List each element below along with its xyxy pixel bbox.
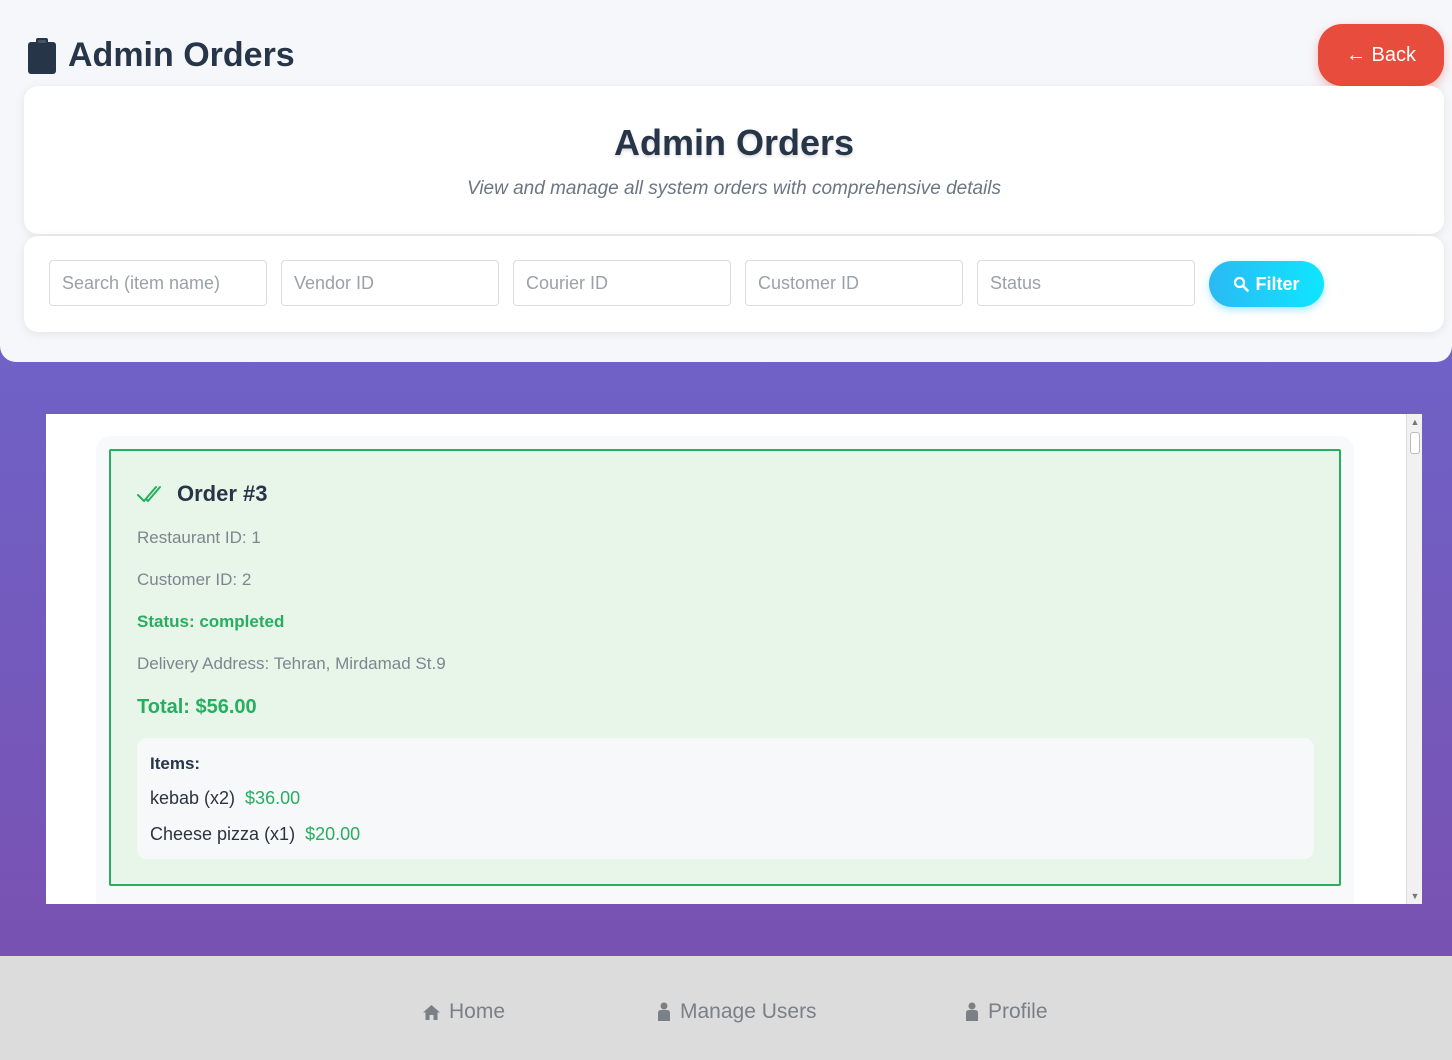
filter-bar: Filter bbox=[24, 236, 1444, 332]
item-name: kebab (x2) bbox=[150, 788, 236, 808]
scroll-up-arrow-icon[interactable]: ▲ bbox=[1407, 414, 1423, 430]
vendor-id-input[interactable] bbox=[281, 260, 499, 306]
scroll-thumb[interactable] bbox=[1410, 432, 1420, 454]
orders-list: Order #3 Restaurant ID: 1 Customer ID: 2… bbox=[96, 436, 1354, 904]
search-input[interactable] bbox=[49, 260, 267, 306]
customer-id-input[interactable] bbox=[745, 260, 963, 306]
user-icon bbox=[658, 1002, 670, 1021]
nav-item-profile[interactable]: Profile bbox=[964, 1000, 1048, 1024]
search-icon bbox=[1234, 276, 1250, 292]
nav-manage-users-label: Manage Users bbox=[680, 1000, 817, 1023]
order-total: Total: $56.00 bbox=[137, 696, 257, 718]
nav-home-label: Home bbox=[449, 1000, 506, 1023]
home-icon bbox=[423, 1004, 440, 1020]
order-number: Order #3 bbox=[177, 481, 268, 506]
nav-profile-label: Profile bbox=[988, 1000, 1048, 1023]
user-icon bbox=[966, 1002, 978, 1021]
order-address: Delivery Address: Tehran, Mirdamad St.9 bbox=[137, 654, 446, 673]
page-title: Admin Orders bbox=[26, 36, 295, 75]
orders-scrollbar[interactable]: ▲ ▼ bbox=[1406, 414, 1422, 904]
order-status: Status: completed bbox=[137, 612, 285, 631]
clipboard-icon bbox=[28, 37, 56, 74]
orders-panel[interactable]: Order #3 Restaurant ID: 1 Customer ID: 2… bbox=[46, 414, 1422, 904]
nav-item-manage-users[interactable]: Manage Users bbox=[656, 1000, 817, 1024]
list-item: kebab (x2) $36.00 bbox=[150, 788, 300, 809]
order-items-box: Items: kebab (x2) $36.00 Cheese pizza (x1… bbox=[137, 738, 1314, 859]
page-title-text: Admin Orders bbox=[68, 36, 295, 74]
item-name: Cheese pizza (x1) bbox=[150, 824, 296, 844]
order-title: Order #3 bbox=[137, 481, 268, 507]
nav-item-home[interactable]: Home bbox=[422, 1000, 505, 1024]
top-area: Admin Orders ← Back Admin Orders View an… bbox=[0, 0, 1452, 362]
status-input[interactable] bbox=[977, 260, 1195, 306]
filter-button-label: Filter bbox=[1255, 273, 1300, 294]
filter-button[interactable]: Filter bbox=[1209, 261, 1324, 307]
item-price: $36.00 bbox=[245, 788, 301, 808]
courier-id-input[interactable] bbox=[513, 260, 731, 306]
order-card[interactable]: Order #3 Restaurant ID: 1 Customer ID: 2… bbox=[109, 449, 1341, 886]
back-button[interactable]: ← Back bbox=[1318, 24, 1444, 86]
order-restaurant: Restaurant ID: 1 bbox=[137, 528, 261, 547]
items-heading: Items: bbox=[150, 754, 201, 773]
list-item: Cheese pizza (x1) $20.00 bbox=[150, 824, 360, 845]
bottom-nav: Home Manage Users Profile bbox=[0, 956, 1452, 1060]
banner-subtitle: View and manage all system orders with c… bbox=[466, 178, 1002, 199]
item-price: $20.00 bbox=[305, 824, 361, 844]
header-card: Admin Orders View and manage all system … bbox=[24, 86, 1444, 234]
double-check-icon bbox=[137, 486, 161, 502]
order-customer: Customer ID: 2 bbox=[137, 570, 252, 589]
scroll-down-arrow-icon[interactable]: ▼ bbox=[1407, 888, 1423, 904]
banner-title: Admin Orders bbox=[613, 122, 855, 163]
